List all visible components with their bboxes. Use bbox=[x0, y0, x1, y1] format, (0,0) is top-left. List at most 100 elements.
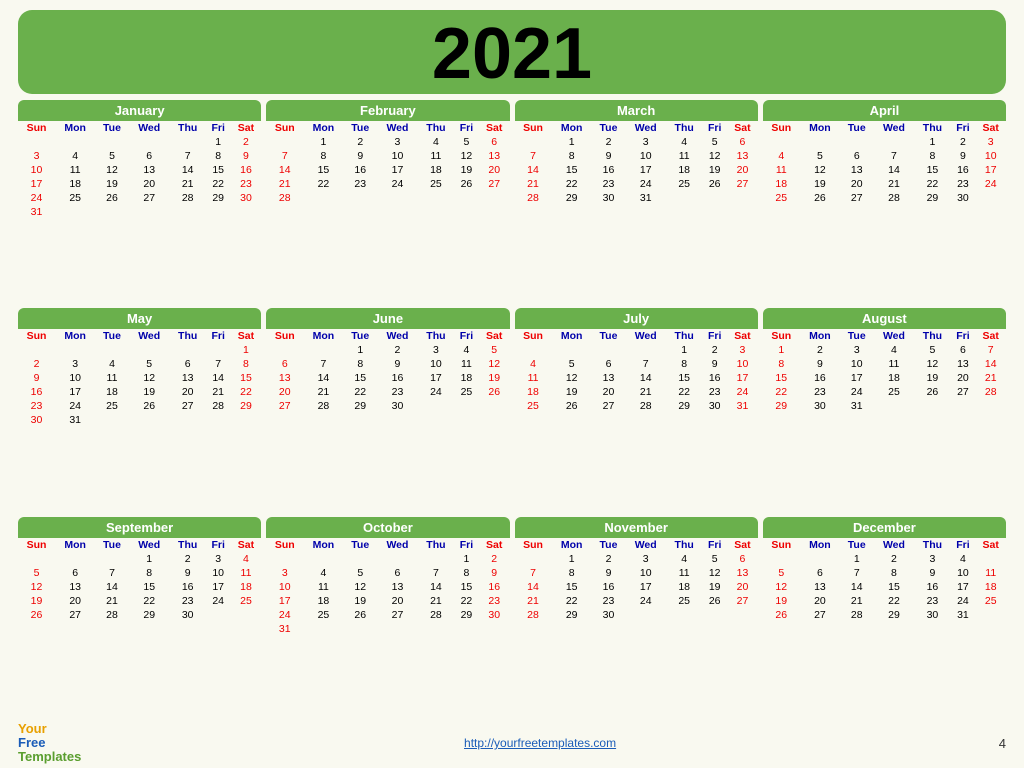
day-cell: 13 bbox=[266, 371, 303, 385]
day-cell bbox=[975, 622, 1006, 624]
day-cell: 12 bbox=[344, 580, 377, 594]
day-cell: 15 bbox=[763, 371, 800, 385]
day-cell: 13 bbox=[727, 149, 758, 163]
day-header-thu: Thu bbox=[914, 329, 950, 343]
day-cell: 4 bbox=[763, 149, 800, 163]
day-cell: 31 bbox=[840, 399, 873, 413]
day-cell: 5 bbox=[702, 552, 727, 566]
day-cell bbox=[95, 205, 128, 219]
day-cell: 4 bbox=[515, 357, 552, 371]
day-cell bbox=[800, 205, 840, 207]
day-cell bbox=[129, 622, 170, 624]
day-cell bbox=[479, 399, 510, 413]
day-cell: 21 bbox=[170, 177, 206, 191]
day-header-tue: Tue bbox=[344, 121, 377, 135]
day-header-thu: Thu bbox=[666, 121, 702, 135]
day-cell: 24 bbox=[727, 385, 758, 399]
day-cell: 3 bbox=[55, 357, 95, 371]
day-cell: 14 bbox=[840, 580, 873, 594]
day-cell: 9 bbox=[479, 566, 510, 580]
day-cell: 25 bbox=[666, 594, 702, 608]
day-header-fri: Fri bbox=[206, 329, 231, 343]
day-cell bbox=[418, 191, 454, 205]
day-cell bbox=[975, 191, 1006, 205]
day-cell bbox=[950, 413, 975, 415]
day-header-mon: Mon bbox=[55, 121, 95, 135]
day-cell: 20 bbox=[727, 580, 758, 594]
day-cell bbox=[170, 135, 206, 149]
day-header-thu: Thu bbox=[418, 538, 454, 552]
day-cell: 14 bbox=[170, 163, 206, 177]
day-cell: 23 bbox=[18, 399, 55, 413]
day-header-sat: Sat bbox=[479, 538, 510, 552]
day-cell: 19 bbox=[702, 580, 727, 594]
day-header-sat: Sat bbox=[231, 121, 262, 135]
day-cell: 18 bbox=[666, 580, 702, 594]
day-cell: 28 bbox=[418, 608, 454, 622]
month-block-april: AprilSunMonTueWedThuFriSat12345678910111… bbox=[763, 100, 1006, 303]
day-header-sat: Sat bbox=[231, 329, 262, 343]
day-cell: 15 bbox=[873, 580, 914, 594]
day-cell: 24 bbox=[55, 399, 95, 413]
footer-link[interactable]: http://yourfreetemplates.com bbox=[464, 736, 616, 750]
day-cell: 17 bbox=[727, 371, 758, 385]
day-header-thu: Thu bbox=[666, 329, 702, 343]
day-cell: 26 bbox=[454, 177, 479, 191]
day-cell: 12 bbox=[702, 149, 727, 163]
logo-templates: Templates bbox=[18, 750, 81, 764]
day-cell: 1 bbox=[840, 552, 873, 566]
day-cell: 23 bbox=[592, 177, 625, 191]
day-cell bbox=[454, 413, 479, 415]
day-cell: 29 bbox=[344, 399, 377, 413]
day-cell: 11 bbox=[763, 163, 800, 177]
day-cell: 31 bbox=[727, 399, 758, 413]
day-cell: 2 bbox=[231, 135, 262, 149]
day-cell: 29 bbox=[763, 399, 800, 413]
day-cell bbox=[873, 399, 914, 413]
day-cell bbox=[266, 205, 303, 207]
day-header-mon: Mon bbox=[552, 329, 592, 343]
day-cell: 2 bbox=[344, 135, 377, 149]
day-header-sat: Sat bbox=[727, 329, 758, 343]
day-cell: 2 bbox=[170, 552, 206, 566]
day-cell: 20 bbox=[479, 163, 510, 177]
day-cell: 22 bbox=[344, 385, 377, 399]
month-table: SunMonTueWedThuFriSat1234567891011121314… bbox=[18, 329, 261, 427]
day-cell: 1 bbox=[914, 135, 950, 149]
day-header-tue: Tue bbox=[592, 329, 625, 343]
day-cell: 22 bbox=[873, 594, 914, 608]
day-cell: 14 bbox=[515, 163, 552, 177]
day-cell: 14 bbox=[266, 163, 303, 177]
day-cell: 2 bbox=[950, 135, 975, 149]
day-cell: 1 bbox=[344, 343, 377, 357]
day-cell: 5 bbox=[454, 135, 479, 149]
month-name: August bbox=[763, 308, 1006, 329]
day-cell: 13 bbox=[129, 163, 170, 177]
day-cell: 16 bbox=[231, 163, 262, 177]
day-cell: 18 bbox=[95, 385, 128, 399]
day-cell: 5 bbox=[479, 343, 510, 357]
day-cell: 16 bbox=[702, 371, 727, 385]
day-cell: 25 bbox=[303, 608, 343, 622]
day-cell bbox=[625, 413, 666, 415]
day-cell: 14 bbox=[515, 580, 552, 594]
day-header-wed: Wed bbox=[377, 538, 418, 552]
day-cell: 18 bbox=[666, 163, 702, 177]
day-header-tue: Tue bbox=[95, 538, 128, 552]
day-cell: 11 bbox=[231, 566, 262, 580]
day-cell: 25 bbox=[95, 399, 128, 413]
day-header-sat: Sat bbox=[727, 538, 758, 552]
day-cell: 15 bbox=[552, 163, 592, 177]
day-cell: 17 bbox=[625, 580, 666, 594]
day-header-thu: Thu bbox=[914, 538, 950, 552]
day-cell bbox=[479, 191, 510, 205]
day-cell bbox=[552, 205, 592, 207]
day-cell: 1 bbox=[129, 552, 170, 566]
day-cell: 14 bbox=[873, 163, 914, 177]
day-cell: 11 bbox=[454, 357, 479, 371]
day-cell: 5 bbox=[129, 357, 170, 371]
day-cell: 24 bbox=[840, 385, 873, 399]
day-cell: 26 bbox=[479, 385, 510, 399]
day-header-mon: Mon bbox=[303, 538, 343, 552]
day-cell bbox=[170, 622, 206, 624]
